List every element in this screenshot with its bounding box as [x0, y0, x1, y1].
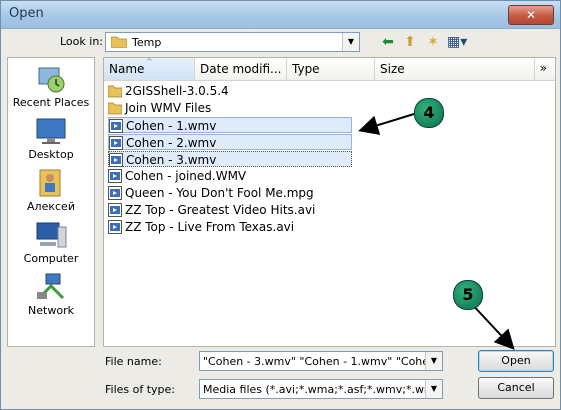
open-dialog: Open ✕ Look in: Temp ▼ ⬅ ⬆ ✶ ▦▾ Recent Plac… [0, 0, 561, 410]
network-icon [34, 272, 68, 302]
places-bar: Recent Places Desktop Алексей Computer Netwo… [7, 57, 95, 347]
files-of-type-value: Media files (*.avi;*.wma;*.asf;*.wmv;*.w… [203, 383, 427, 396]
window-title: Open [9, 6, 44, 21]
desktop-icon [34, 116, 68, 146]
file-name: Queen - You Don't Fool Me.mpg [125, 186, 314, 200]
computer-icon [34, 220, 68, 250]
place-label: Алексей [27, 200, 75, 213]
column-type[interactable]: Type [287, 58, 375, 80]
file-name-input[interactable]: "Cohen - 3.wmv" "Cohen - 1.wmv" "Cohen -… [199, 351, 443, 371]
list-item[interactable]: Cohen - 3.wmv [108, 151, 352, 167]
column-size[interactable]: Size [375, 58, 535, 80]
look-in-value: Temp [132, 36, 162, 49]
file-name-value: "Cohen - 3.wmv" "Cohen - 1.wmv" "Cohen -… [203, 355, 427, 368]
column-name[interactable]: ^ Name [104, 57, 195, 80]
new-folder-icon[interactable]: ✶ [424, 34, 442, 50]
open-button[interactable]: Open [478, 350, 554, 372]
folder-icon [107, 101, 123, 115]
media-file-icon [109, 153, 123, 167]
chevron-down-icon[interactable]: ▼ [425, 380, 442, 398]
file-name: ZZ Top - Greatest Video Hits.avi [125, 203, 316, 217]
file-name: Join WMV Files [125, 101, 212, 115]
media-file-icon [108, 220, 122, 234]
place-network[interactable]: Network [8, 272, 94, 317]
close-icon: ✕ [525, 8, 537, 22]
file-name-label: File name: [105, 355, 162, 368]
title-bar[interactable]: Open ✕ [1, 1, 560, 29]
column-date-modified[interactable]: Date modifi... [195, 58, 287, 80]
place-label: Recent Places [12, 96, 90, 109]
more-columns-icon[interactable]: » [540, 61, 547, 75]
list-item[interactable]: Join WMV Files [107, 100, 398, 116]
list-item[interactable]: Queen - You Don't Fool Me.mpg [108, 185, 398, 201]
place-label: Computer [23, 252, 79, 265]
place-user[interactable]: Алексей [8, 168, 94, 213]
file-name: Cohen - joined.WMV [125, 169, 247, 183]
back-icon[interactable]: ⬅ [379, 34, 397, 50]
look-in-label: Look in: [60, 35, 103, 48]
file-name: Cohen - 1.wmv [126, 119, 217, 133]
folder-icon [111, 36, 127, 48]
place-computer[interactable]: Computer [8, 220, 94, 265]
list-item[interactable]: 2GISShell-3.0.5.4 [107, 83, 398, 99]
chevron-down-icon[interactable]: ▼ [342, 33, 359, 51]
list-item[interactable]: Cohen - 1.wmv [108, 117, 352, 133]
file-name: Cohen - 3.wmv [126, 153, 217, 167]
media-file-icon [108, 169, 122, 183]
list-item[interactable]: Cohen - joined.WMV [108, 168, 398, 184]
look-in-dropdown[interactable]: Temp ▼ [105, 32, 360, 52]
folder-icon [107, 84, 123, 98]
place-label: Network [28, 304, 74, 317]
view-menu-icon[interactable]: ▦▾ [447, 34, 467, 50]
files-of-type-select[interactable]: Media files (*.avi;*.wma;*.asf;*.wmv;*.w… [199, 379, 443, 399]
place-label: Desktop [28, 148, 74, 161]
list-item[interactable]: Cohen - 2.wmv [108, 134, 352, 150]
step-5-badge: 5 [453, 280, 483, 310]
media-file-icon [109, 136, 123, 150]
column-header: ^ Name Date modifi... Type Size » [104, 57, 555, 81]
list-item[interactable]: ZZ Top - Live From Texas.avi [108, 219, 398, 235]
file-name: ZZ Top - Live From Texas.avi [125, 220, 295, 234]
cancel-button[interactable]: Cancel [478, 377, 554, 399]
file-list[interactable]: ^ Name Date modifi... Type Size » 2GISShe… [103, 57, 556, 347]
file-name: 2GISShell-3.0.5.4 [125, 84, 229, 98]
media-file-icon [109, 119, 123, 133]
recent-places-icon [34, 64, 68, 94]
sort-ascending-icon: ^ [146, 57, 153, 66]
list-item[interactable]: ZZ Top - Greatest Video Hits.avi [108, 202, 398, 218]
close-button[interactable]: ✕ [508, 5, 554, 25]
media-file-icon [108, 186, 122, 200]
media-file-icon [108, 203, 122, 217]
files-of-type-label: Files of type: [105, 383, 176, 396]
step-4-badge: 4 [414, 98, 444, 128]
up-folder-icon[interactable]: ⬆ [401, 34, 419, 50]
file-name: Cohen - 2.wmv [126, 136, 217, 150]
user-folder-icon [34, 168, 68, 198]
chevron-down-icon[interactable]: ▼ [425, 352, 442, 370]
place-recent[interactable]: Recent Places [8, 64, 94, 109]
place-desktop[interactable]: Desktop [8, 116, 94, 161]
